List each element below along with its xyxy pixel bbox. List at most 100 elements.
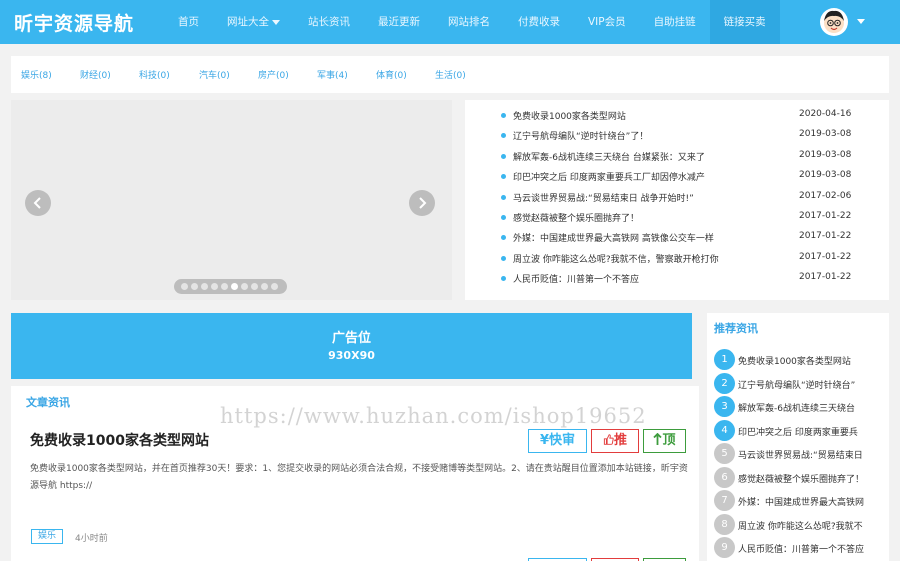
site-logo[interactable]: 昕宇资源导航 — [14, 9, 134, 36]
top-header: 昕宇资源导航 首页 网址大全 站长资讯 最近更新 网站排名 付费收录 VIP会员… — [0, 0, 900, 44]
news-date: 2020-04-16 — [799, 109, 852, 119]
ad-banner[interactable]: 广告位 930X90 — [11, 313, 692, 379]
bullet-icon — [501, 194, 506, 200]
news-title[interactable]: 周立波 你咋能这么怂呢?我就不信，警察敢开枪打你 — [513, 252, 719, 265]
user-avatar[interactable] — [820, 8, 848, 36]
news-title[interactable]: 外媒：中国建成世界最大高铁网 高铁像公交车一样 — [513, 231, 714, 244]
category-auto[interactable]: 汽车(0) — [199, 68, 230, 81]
nav-ranking[interactable]: 网站排名 — [434, 0, 504, 44]
bullet-icon — [501, 153, 506, 159]
news-item[interactable]: 周立波 你咋能这么怂呢?我就不信，警察敢开枪打你 2017-01-22 — [465, 248, 889, 268]
recommend-item[interactable]: 9 人民币贬值：川普第一个不答应 — [714, 536, 886, 559]
bullet-icon — [501, 174, 506, 180]
category-entertainment[interactable]: 娱乐(8) — [21, 68, 52, 81]
recommend-item-title[interactable]: 免费收录1000家各类型网站 — [738, 354, 888, 367]
rank-number: 9 — [714, 537, 735, 558]
category-military[interactable]: 军事(4) — [317, 68, 348, 81]
nav-self-link[interactable]: 自助挂链 — [640, 0, 710, 44]
thumbs-up-icon — [603, 434, 614, 445]
slider-dot[interactable] — [211, 283, 218, 290]
news-title[interactable]: 感觉赵薇被整个娱乐圈抛弃了！ — [513, 211, 639, 224]
nav-sites[interactable]: 网址大全 — [213, 0, 294, 44]
slider-pagination — [174, 279, 287, 294]
news-date: 2017-01-22 — [799, 272, 852, 283]
recommend-item[interactable]: 8 周立波 你咋能这么怂呢?我就不 — [714, 513, 886, 536]
rank-number: 7 — [714, 490, 735, 511]
category-sports[interactable]: 体育(0) — [376, 68, 407, 81]
recommend-item-title[interactable]: 外媒：中国建成世界最大高铁网 — [738, 495, 888, 508]
news-title[interactable]: 辽宁号航母编队“逆时针绕台”了！ — [513, 129, 648, 142]
slider-dot[interactable] — [231, 283, 238, 290]
bullet-icon — [501, 276, 506, 282]
news-item[interactable]: 感觉赵薇被整个娱乐圈抛弃了！ 2017-01-22 — [465, 207, 889, 227]
chevron-right-icon — [419, 197, 427, 209]
rank-number: 5 — [714, 443, 735, 464]
article-title[interactable]: 免费收录1000家各类型网站 — [30, 430, 209, 450]
article-tag[interactable]: 娱乐 — [31, 529, 64, 544]
slider-dot[interactable] — [251, 283, 258, 290]
category-finance[interactable]: 财经(0) — [80, 68, 111, 81]
bullet-icon — [501, 113, 506, 118]
recommend-item-title[interactable]: 人民币贬值：川普第一个不答应 — [738, 542, 888, 555]
category-tech[interactable]: 科技(0) — [139, 68, 170, 81]
recommend-item-title[interactable]: 辽宁号航母编队“逆时针绕台” — [738, 378, 888, 391]
news-item[interactable]: 印巴冲突之后 印度两家重要兵工厂却因停水减产 2019-03-08 — [465, 166, 889, 186]
recommend-item[interactable]: 3 解放军轰-6战机连续三天绕台 — [714, 395, 886, 418]
news-item[interactable]: 外媒：中国建成世界最大高铁网 高铁像公交车一样 2017-01-22 — [465, 227, 889, 247]
recommend-item-title[interactable]: 周立波 你咋能这么怂呢?我就不 — [738, 519, 888, 532]
slider-dot[interactable] — [271, 283, 278, 290]
news-item[interactable]: 辽宁号航母编队“逆时针绕台”了！ 2019-03-08 — [465, 125, 889, 145]
slider-dot[interactable] — [221, 283, 228, 290]
slider-dot[interactable] — [201, 283, 208, 290]
news-item[interactable]: 人民币贬值：川普第一个不答应 2017-01-22 — [465, 268, 889, 288]
chevron-down-icon — [272, 19, 280, 25]
rank-number: 6 — [714, 466, 735, 488]
recommend-item-title[interactable]: 马云谈世界贸易战:“贸易结束日 — [738, 448, 888, 461]
news-title[interactable]: 马云谈世界贸易战:“贸易结束日 战争开始时!” — [513, 191, 694, 204]
news-item[interactable]: 解放军轰-6战机连续三天绕台 台媒紧张：又来了 2019-03-08 — [465, 146, 889, 166]
category-life[interactable]: 生活(0) — [435, 68, 466, 81]
top-button[interactable]: 顶 — [643, 429, 686, 453]
slider-dot[interactable] — [241, 283, 248, 290]
recommend-item[interactable]: 1 免费收录1000家各类型网站 — [714, 348, 886, 371]
bullet-icon — [501, 235, 506, 241]
slider-dot[interactable] — [181, 283, 188, 290]
recommend-item[interactable]: 5 马云谈世界贸易战:“贸易结束日 — [714, 442, 886, 465]
news-title[interactable]: 人民币贬值：川普第一个不答应 — [513, 272, 639, 285]
image-slider[interactable] — [11, 100, 452, 300]
fast-review-button[interactable]: ¥快审 — [528, 429, 587, 453]
news-title[interactable]: 免费收录1000家各类型网站 — [513, 109, 626, 122]
nav-recent[interactable]: 最近更新 — [364, 0, 434, 44]
recommend-item[interactable]: 7 外媒：中国建成世界最大高铁网 — [714, 489, 886, 512]
ad-title: 广告位 — [331, 331, 371, 346]
recommend-button[interactable]: 推 — [591, 429, 639, 453]
nav-link-trade[interactable]: 链接买卖 — [709, 0, 780, 44]
news-item[interactable]: 免费收录1000家各类型网站 2020-04-16 — [465, 105, 889, 125]
category-realestate[interactable]: 房产(0) — [258, 68, 289, 81]
recommend-item-title[interactable]: 解放军轰-6战机连续三天绕台 — [738, 401, 888, 414]
rank-number: 8 — [714, 513, 735, 535]
recommend-item[interactable]: 2 辽宁号航母编队“逆时针绕台” — [714, 372, 886, 395]
rank-number: 1 — [714, 349, 735, 370]
bullet-icon — [501, 133, 506, 139]
avatar-dropdown-icon[interactable] — [857, 19, 865, 24]
nav-webmaster-news[interactable]: 站长资讯 — [294, 0, 364, 44]
recommend-item-title[interactable]: 感觉赵薇被整个娱乐圈抛弃了！ — [738, 472, 888, 485]
news-title[interactable]: 解放军轰-6战机连续三天绕台 台媒紧张：又来了 — [513, 150, 705, 163]
nav-paid-listing[interactable]: 付费收录 — [504, 0, 574, 44]
news-date: 2017-01-22 — [799, 251, 852, 262]
rank-number: 3 — [714, 396, 735, 417]
recommend-item[interactable]: 4 印巴冲突之后 印度两家重要兵 — [714, 419, 886, 442]
news-title[interactable]: 印巴冲突之后 印度两家重要兵工厂却因停水减产 — [513, 170, 705, 183]
news-item[interactable]: 马云谈世界贸易战:“贸易结束日 战争开始时!” 2017-02-06 — [465, 187, 889, 207]
slider-dot[interactable] — [261, 283, 268, 290]
slider-prev-button[interactable] — [25, 190, 51, 216]
slider-dot[interactable] — [191, 283, 198, 290]
recommend-title: 推荐资讯 — [714, 322, 758, 335]
nav-home[interactable]: 首页 — [164, 0, 213, 44]
nav-vip[interactable]: VIP会员 — [574, 0, 640, 44]
recommend-item-title[interactable]: 印巴冲突之后 印度两家重要兵 — [738, 425, 888, 438]
nav-sites-label: 网址大全 — [227, 16, 269, 28]
recommend-item[interactable]: 6 感觉赵薇被整个娱乐圈抛弃了！ — [714, 466, 886, 489]
slider-next-button[interactable] — [409, 190, 435, 216]
